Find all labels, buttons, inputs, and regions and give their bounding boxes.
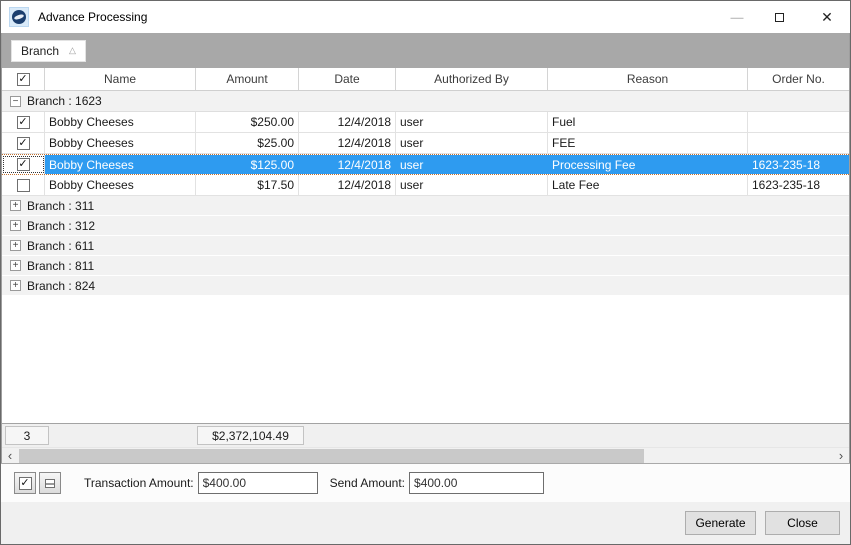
- close-button[interactable]: ✕: [810, 3, 844, 31]
- maximize-icon: [775, 13, 784, 22]
- header-amount[interactable]: Amount: [196, 68, 299, 90]
- group-label: Branch : 1623: [27, 94, 102, 108]
- group-row-312[interactable]: + Branch : 312: [2, 216, 849, 236]
- cell-authorized-by: user: [396, 133, 548, 153]
- group-row-811[interactable]: + Branch : 811: [2, 256, 849, 276]
- bottom-panel: ✓ Transaction Amount: Send Amount:: [1, 463, 850, 502]
- table-row[interactable]: ✓ Bobby Cheeses $250.00 12/4/2018 user F…: [2, 112, 849, 133]
- cell-name: Bobby Cheeses: [45, 112, 196, 132]
- header-order-no[interactable]: Order No.: [748, 68, 849, 90]
- send-amount-label: Send Amount:: [330, 476, 405, 490]
- cell-authorized-by: user: [396, 155, 548, 174]
- expand-icon[interactable]: +: [10, 200, 21, 211]
- expand-icon[interactable]: +: [10, 220, 21, 231]
- cell-name: Bobby Cheeses: [45, 155, 196, 174]
- scroll-right-icon[interactable]: ›: [833, 448, 849, 464]
- row-check-cell[interactable]: [2, 175, 45, 195]
- window-title: Advance Processing: [38, 10, 147, 24]
- scrollbar-thumb[interactable]: [19, 449, 644, 463]
- group-field-label: Branch: [21, 44, 59, 58]
- collapse-icon[interactable]: −: [10, 96, 21, 107]
- button-bar: Generate Close: [1, 502, 850, 544]
- cell-date: 12/4/2018: [299, 155, 396, 174]
- header-date[interactable]: Date: [299, 68, 396, 90]
- header-name[interactable]: Name: [45, 68, 196, 90]
- cell-order-no: [748, 112, 849, 132]
- expand-icon[interactable]: +: [10, 260, 21, 271]
- cell-name: Bobby Cheeses: [45, 175, 196, 195]
- app-icon-box: [9, 7, 29, 27]
- check-icon: ✓: [19, 477, 32, 490]
- cell-order-no: [748, 133, 849, 153]
- row-checkbox[interactable]: ✓: [17, 137, 30, 150]
- cell-reason: Fuel: [548, 112, 748, 132]
- table-row-selected[interactable]: ✓ Bobby Cheeses $125.00 12/4/2018 user P…: [2, 154, 849, 175]
- cell-authorized-by: user: [396, 175, 548, 195]
- summary-footer: 3 $2,372,104.49: [2, 423, 849, 447]
- row-checkbox[interactable]: ✓: [17, 158, 30, 171]
- group-row-611[interactable]: + Branch : 611: [2, 236, 849, 256]
- header-authorized-by[interactable]: Authorized By: [396, 68, 548, 90]
- expand-icon[interactable]: +: [10, 240, 21, 251]
- group-label: Branch : 824: [27, 279, 95, 293]
- cell-date: 12/4/2018: [299, 133, 396, 153]
- group-label: Branch : 312: [27, 219, 95, 233]
- row-check-cell[interactable]: ✓: [2, 112, 45, 132]
- cell-reason: Processing Fee: [548, 155, 748, 174]
- group-field-branch[interactable]: Branch △: [11, 40, 86, 62]
- transaction-amount-input[interactable]: [198, 472, 318, 494]
- table-row[interactable]: ✓ Bobby Cheeses $25.00 12/4/2018 user FE…: [2, 133, 849, 154]
- amount-total-summary: $2,372,104.49: [197, 426, 304, 445]
- group-by-panel: Branch △: [2, 33, 849, 68]
- transaction-amount-label: Transaction Amount:: [84, 476, 194, 490]
- row-check-cell[interactable]: ✓: [2, 155, 45, 174]
- minimize-button[interactable]: —: [720, 3, 754, 31]
- title-bar: Advance Processing — ✕: [1, 1, 850, 33]
- horizontal-scrollbar[interactable]: ‹ ›: [2, 447, 849, 463]
- group-row-824[interactable]: + Branch : 824: [2, 276, 849, 296]
- cell-date: 12/4/2018: [299, 112, 396, 132]
- group-row-311[interactable]: + Branch : 311: [2, 196, 849, 216]
- scroll-left-icon[interactable]: ‹: [2, 448, 18, 464]
- table-row[interactable]: Bobby Cheeses $17.50 12/4/2018 user Late…: [2, 175, 849, 196]
- row-checkbox[interactable]: ✓: [17, 116, 30, 129]
- header-reason[interactable]: Reason: [548, 68, 748, 90]
- minus-icon: [45, 479, 55, 488]
- select-all-checkbox[interactable]: ✓: [17, 73, 30, 86]
- cell-name: Bobby Cheeses: [45, 133, 196, 153]
- cell-order-no: 1623-235-18: [748, 155, 849, 174]
- group-label: Branch : 611: [27, 239, 94, 253]
- close-dialog-button[interactable]: Close: [765, 511, 840, 535]
- group-label: Branch : 811: [27, 259, 94, 273]
- cell-amount: $25.00: [196, 133, 299, 153]
- cell-order-no: 1623-235-18: [748, 175, 849, 195]
- group-label: Branch : 311: [27, 199, 94, 213]
- maximize-button[interactable]: [762, 3, 796, 31]
- cell-date: 12/4/2018: [299, 175, 396, 195]
- cell-authorized-by: user: [396, 112, 548, 132]
- row-checkbox[interactable]: [17, 179, 30, 192]
- advance-processing-window: Advance Processing — ✕ Branch △ ✓ Name A…: [0, 0, 851, 545]
- cell-amount: $125.00: [196, 155, 299, 174]
- send-amount-input[interactable]: [409, 472, 544, 494]
- generate-button[interactable]: Generate: [685, 511, 756, 535]
- expand-icon[interactable]: +: [10, 280, 21, 291]
- row-count-summary: 3: [5, 426, 49, 445]
- group-row-1623[interactable]: − Branch : 1623: [2, 91, 849, 112]
- app-globe-icon: [12, 10, 26, 24]
- cell-amount: $250.00: [196, 112, 299, 132]
- cell-amount: $17.50: [196, 175, 299, 195]
- cell-reason: Late Fee: [548, 175, 748, 195]
- uncheck-all-button[interactable]: [39, 472, 61, 494]
- grid: Branch △ ✓ Name Amount Date Authorized B…: [1, 33, 850, 463]
- sort-ascending-icon: △: [69, 45, 76, 56]
- cell-reason: FEE: [548, 133, 748, 153]
- check-all-button[interactable]: ✓: [14, 472, 36, 494]
- header-select-all[interactable]: ✓: [2, 68, 45, 90]
- grid-rows: − Branch : 1623 ✓ Bobby Cheeses $250.00 …: [2, 91, 849, 423]
- empty-grid-area: [2, 296, 849, 423]
- row-check-cell[interactable]: ✓: [2, 133, 45, 153]
- column-header-row: ✓ Name Amount Date Authorized By Reason …: [2, 68, 849, 91]
